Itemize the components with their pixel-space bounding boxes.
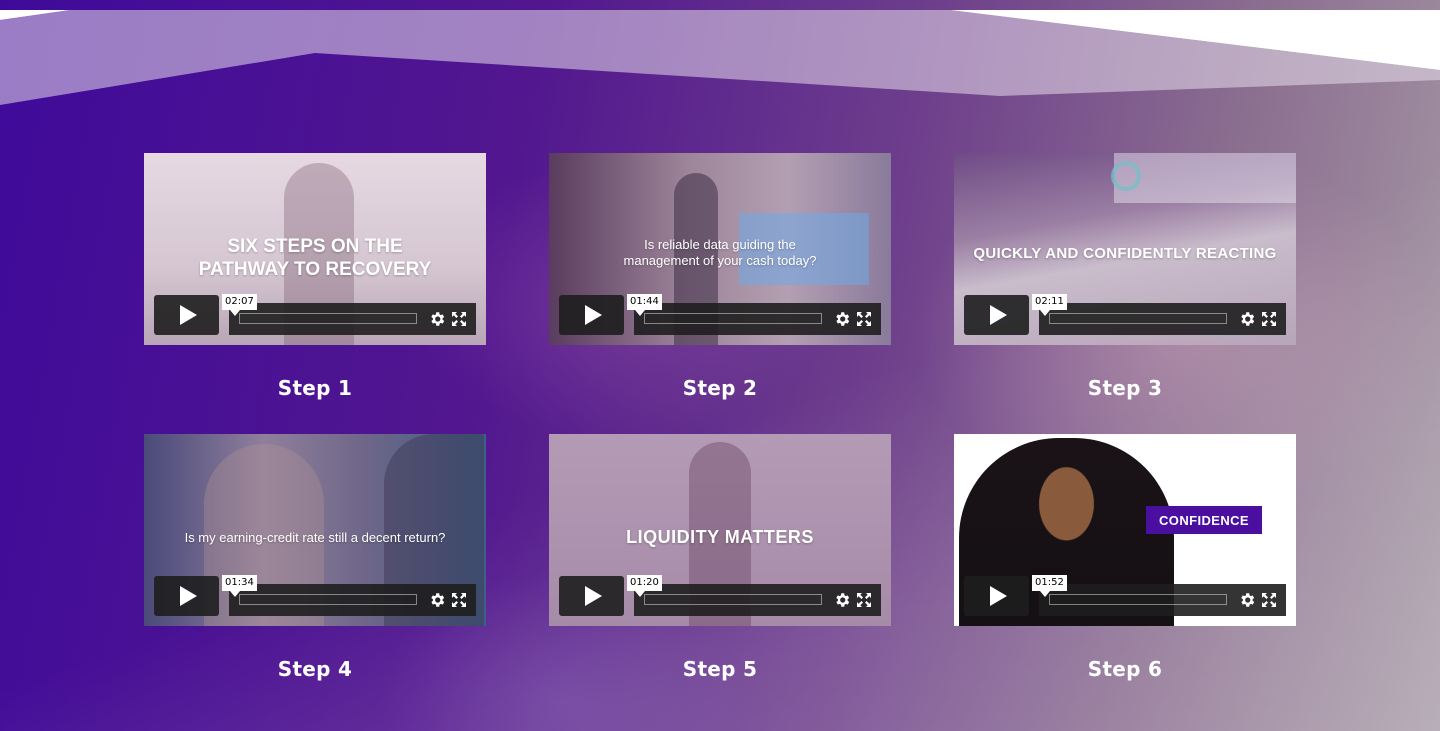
overlay-line-1: LIQUIDITY MATTERS [626, 527, 814, 547]
play-button[interactable] [154, 576, 219, 616]
play-button[interactable] [559, 576, 624, 616]
video-card-step-2: Is reliable data guiding the management … [549, 153, 891, 400]
progress-bar[interactable] [644, 313, 822, 324]
video-player[interactable]: CONFIDENCE 01:52 [954, 434, 1296, 626]
play-icon [180, 305, 197, 325]
video-card-step-6: CONFIDENCE 01:52 Step 6 [954, 434, 1296, 681]
video-card-step-3: QUICKLY AND CONFIDENTLY REACTING 02:11 S… [954, 153, 1296, 400]
progress-bar[interactable] [239, 594, 417, 605]
progress-bar[interactable] [1049, 313, 1227, 324]
overlay-line-1: SIX STEPS ON THE [227, 236, 403, 257]
gear-icon[interactable] [1238, 310, 1256, 328]
video-player[interactable]: Is reliable data guiding the management … [549, 153, 891, 345]
video-player[interactable]: Is my earning-credit rate still a decent… [144, 434, 486, 626]
gear-icon[interactable] [428, 591, 446, 609]
overlay-line-1: Is my earning-credit rate still a decent… [184, 530, 446, 545]
confidence-badge-text: CONFIDENCE [1159, 512, 1249, 528]
control-bar [634, 584, 881, 616]
step-label: Step 6 [1087, 657, 1163, 681]
control-bar [634, 303, 881, 335]
video-title-overlay: QUICKLY AND CONFIDENTLY REACTING [954, 245, 1296, 263]
gear-icon[interactable] [1238, 591, 1256, 609]
duration-badge: 01:52 [1032, 575, 1067, 597]
play-button[interactable] [559, 295, 624, 335]
play-icon [990, 586, 1007, 606]
gear-icon[interactable] [428, 310, 446, 328]
control-bar [229, 303, 476, 335]
fullscreen-icon[interactable] [856, 311, 872, 327]
step-label: Step 3 [1087, 376, 1163, 400]
play-button[interactable] [154, 295, 219, 335]
duration-badge: 01:20 [627, 575, 662, 597]
duration-badge: 02:11 [1032, 294, 1067, 316]
step-label: Step 5 [682, 657, 758, 681]
control-bar [1039, 303, 1286, 335]
fullscreen-icon[interactable] [1261, 592, 1277, 608]
progress-bar[interactable] [1049, 594, 1227, 605]
play-icon [585, 586, 602, 606]
step-label: Step 4 [277, 657, 353, 681]
control-bar [229, 584, 476, 616]
overlay-line-2: PATHWAY TO RECOVERY [198, 259, 432, 280]
video-card-step-1: SIX STEPS ON THE PATHWAY TO RECOVERY 02:… [144, 153, 486, 400]
top-decorative-band [0, 10, 1440, 105]
gear-icon[interactable] [833, 310, 851, 328]
video-player[interactable]: SIX STEPS ON THE PATHWAY TO RECOVERY 02:… [144, 153, 486, 345]
duration-badge: 01:34 [222, 575, 257, 597]
fullscreen-icon[interactable] [451, 592, 467, 608]
laptop-shape [1114, 153, 1296, 203]
fullscreen-icon[interactable] [451, 311, 467, 327]
progress-bar[interactable] [644, 594, 822, 605]
play-icon [990, 305, 1007, 325]
step-label: Step 2 [682, 376, 758, 400]
donut-icon [1111, 161, 1141, 191]
duration-badge: 02:07 [222, 294, 257, 316]
overlay-line-2: management of your cash today? [623, 253, 817, 268]
progress-bar[interactable] [239, 313, 417, 324]
control-bar [1039, 584, 1286, 616]
video-card-step-4: Is my earning-credit rate still a decent… [144, 434, 486, 681]
video-player[interactable]: LIQUIDITY MATTERS 01:20 [549, 434, 891, 626]
video-player[interactable]: QUICKLY AND CONFIDENTLY REACTING 02:11 [954, 153, 1296, 345]
play-button[interactable] [964, 576, 1029, 616]
fullscreen-icon[interactable] [1261, 311, 1277, 327]
play-icon [585, 305, 602, 325]
video-title-overlay: Is reliable data guiding the management … [549, 237, 891, 269]
video-title-overlay: Is my earning-credit rate still a decent… [144, 530, 486, 546]
step-label: Step 1 [277, 376, 353, 400]
gear-icon[interactable] [833, 591, 851, 609]
video-card-step-5: LIQUIDITY MATTERS 01:20 Step 5 [549, 434, 891, 681]
duration-badge: 01:44 [627, 294, 662, 316]
confidence-badge: CONFIDENCE [1146, 506, 1262, 534]
play-icon [180, 586, 197, 606]
fullscreen-icon[interactable] [856, 592, 872, 608]
overlay-line-1: QUICKLY AND CONFIDENTLY REACTING [973, 245, 1277, 262]
video-title-overlay: SIX STEPS ON THE PATHWAY TO RECOVERY [144, 235, 486, 281]
video-title-overlay: LIQUIDITY MATTERS [549, 526, 891, 548]
overlay-line-1: Is reliable data guiding the [644, 237, 796, 252]
play-button[interactable] [964, 295, 1029, 335]
